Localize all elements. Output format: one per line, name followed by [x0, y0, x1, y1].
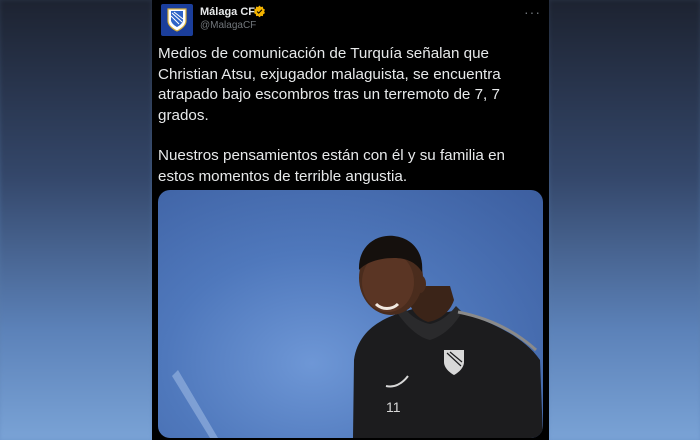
avatar[interactable]	[161, 4, 193, 36]
background-left	[0, 0, 152, 440]
jersey-number: 11	[386, 399, 401, 415]
tweet-text: Medios de comunicación de Turquía señala…	[158, 44, 542, 207]
tweet-card: Málaga CF @MalagaCF ··· Medios de comuni…	[152, 0, 549, 440]
club-crest-icon	[167, 8, 187, 32]
author-handle[interactable]: @MalagaCF	[200, 20, 256, 31]
background-right	[549, 0, 700, 440]
author-name[interactable]: Málaga CF	[200, 6, 255, 18]
tweet-photo[interactable]: 11	[158, 190, 543, 438]
tweet-paragraph-2: Nuestros pensamientos están con él y su …	[158, 147, 505, 185]
player-photo: 11	[172, 235, 543, 438]
verified-badge-icon	[254, 5, 265, 18]
ellipsis-icon[interactable]: ···	[524, 4, 541, 20]
tweet-paragraph-1: Medios de comunicación de Turquía señala…	[158, 45, 501, 124]
